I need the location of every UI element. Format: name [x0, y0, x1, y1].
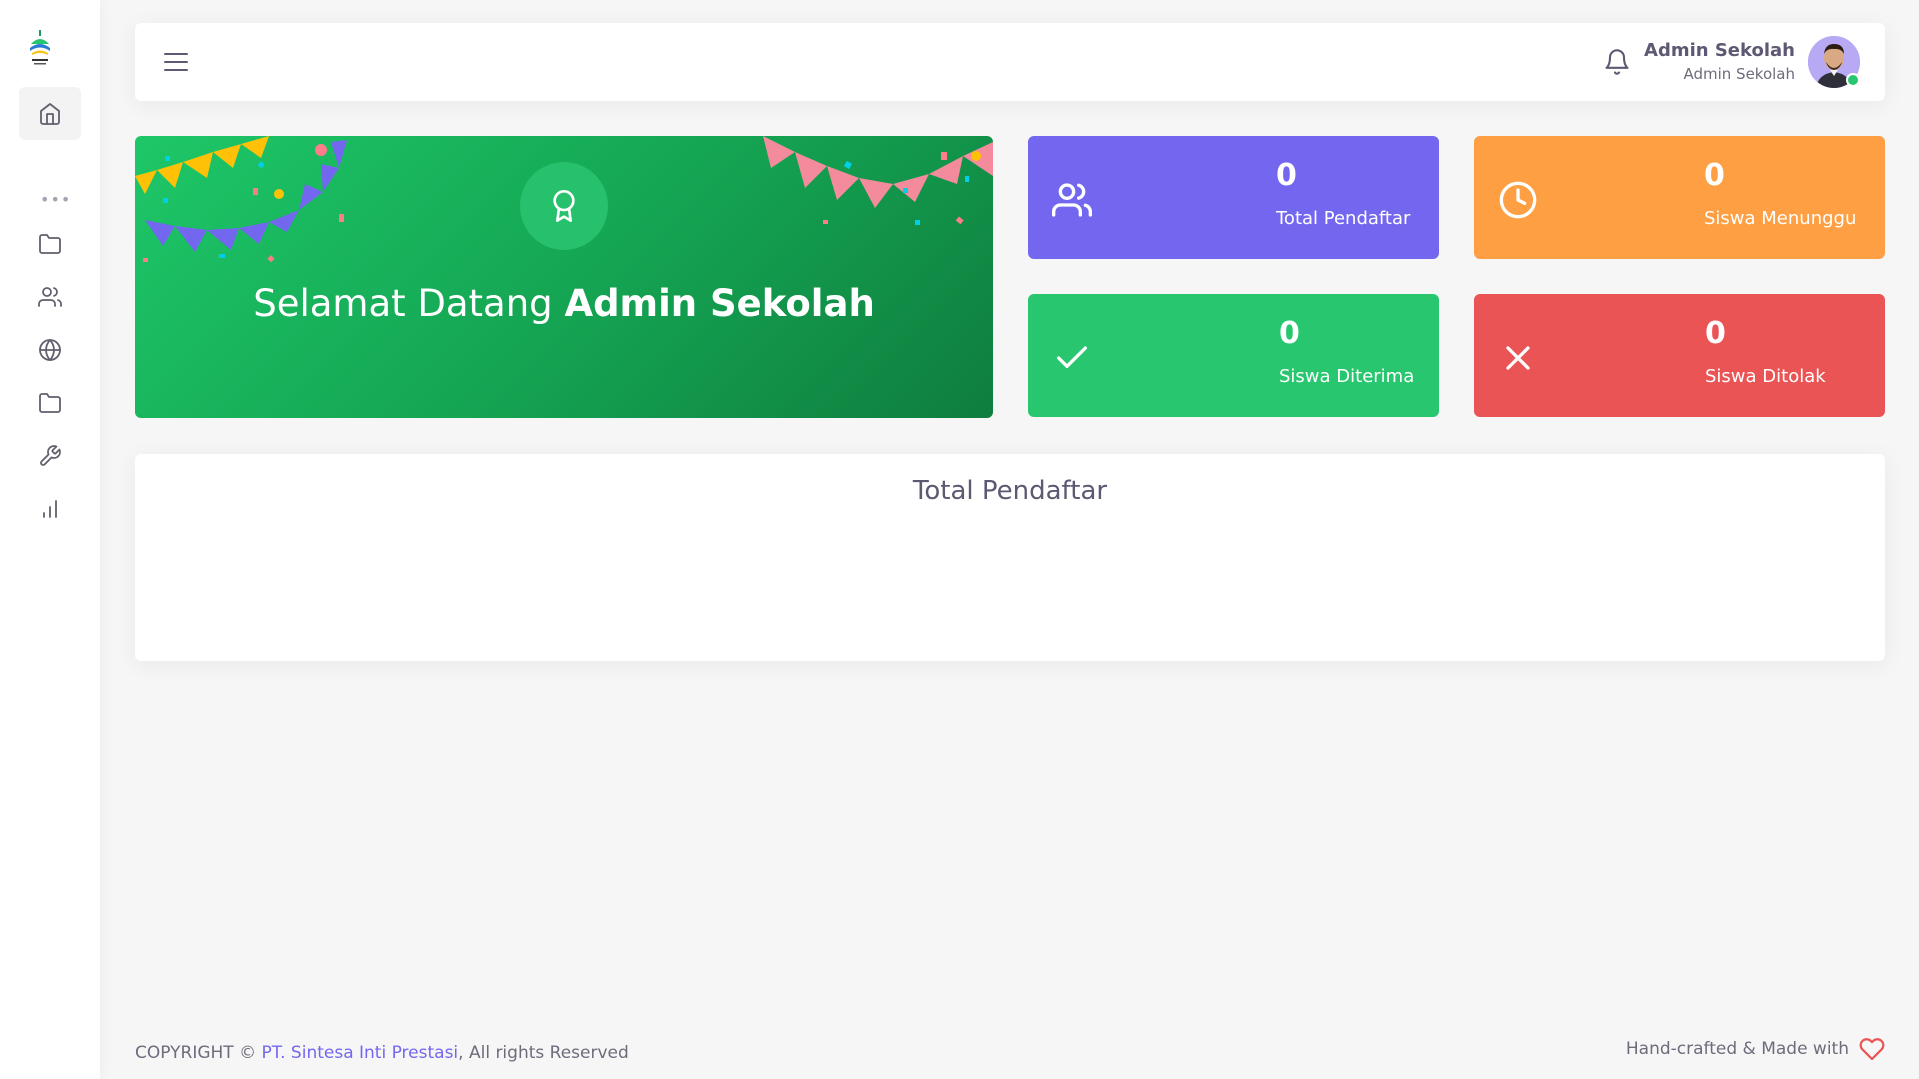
- stat-value: 0: [1276, 158, 1297, 193]
- stat-value: 0: [1704, 158, 1725, 193]
- chart-title: Total Pendaftar: [912, 476, 1108, 506]
- home-icon: [40, 102, 60, 125]
- copyright-prefix: COPYRIGHT ©: [135, 1043, 257, 1063]
- school-logo[interactable]: [26, 28, 54, 68]
- sidebar-item-globe[interactable]: [19, 323, 81, 376]
- stat-label: Total Pendaftar: [1276, 208, 1411, 229]
- confetti-decoration-right: [763, 136, 993, 225]
- bell-icon: [1605, 49, 1629, 75]
- award-icon: [553, 190, 575, 222]
- more-horizontal-icon: •••: [40, 190, 72, 209]
- top-navbar: Admin Sekolah Admin Sekolah: [135, 23, 1885, 101]
- users-icon: [38, 286, 62, 307]
- welcome-user-name: Admin Sekolah: [564, 282, 875, 325]
- sidebar-item-home[interactable]: [19, 87, 81, 140]
- stat-card-siswa-diterima[interactable]: 0 Siswa Diterima: [1028, 294, 1439, 417]
- made-with-text: Hand-crafted & Made with: [1625, 1039, 1849, 1059]
- award-badge: [520, 162, 608, 250]
- sidebar-item-tools[interactable]: [19, 429, 81, 482]
- stat-value: 0: [1705, 316, 1726, 351]
- folder-icon: [39, 233, 61, 254]
- check-icon: [1057, 346, 1087, 368]
- welcome-card: Selamat Datang Admin Sekolah: [135, 136, 993, 418]
- user-role: Admin Sekolah: [1683, 65, 1795, 83]
- clock-icon: [1499, 181, 1537, 219]
- chart-card: Total Pendaftar: [135, 454, 1885, 661]
- folder-icon: [39, 392, 61, 413]
- user-name[interactable]: Admin Sekolah: [1644, 40, 1795, 61]
- stat-label: Siswa Diterima: [1279, 366, 1415, 387]
- footer-copyright: COPYRIGHT © PT. Sintesa Inti Prestasi, A…: [135, 1043, 629, 1063]
- stat-card-siswa-menunggu[interactable]: 0 Siswa Menunggu: [1474, 136, 1885, 259]
- menu-icon: [164, 53, 188, 71]
- stat-card-siswa-ditolak[interactable]: 0 Siswa Ditolak: [1474, 294, 1885, 417]
- stat-label: Siswa Ditolak: [1705, 366, 1826, 387]
- bar-chart-icon: [43, 499, 57, 518]
- sidebar-item-folder[interactable]: [19, 217, 81, 270]
- tool-icon: [40, 444, 61, 466]
- stat-label: Siswa Menunggu: [1704, 208, 1857, 229]
- company-link[interactable]: PT. Sintesa Inti Prestasi: [262, 1043, 459, 1063]
- stat-value: 0: [1279, 316, 1300, 351]
- sidebar: •••: [0, 0, 100, 1079]
- notification-button[interactable]: [1603, 48, 1631, 76]
- stat-card-total-pendaftar[interactable]: 0 Total Pendaftar: [1028, 136, 1439, 259]
- sidebar-item-users[interactable]: [19, 270, 81, 323]
- heart-icon: [1859, 1038, 1885, 1061]
- users-icon: [1052, 183, 1092, 217]
- globe-icon: [39, 338, 61, 361]
- welcome-heading: Selamat Datang Admin Sekolah: [135, 282, 993, 325]
- online-status-dot: [1846, 73, 1860, 87]
- confetti-decoration-left: [135, 136, 347, 263]
- sidebar-item-folder-2[interactable]: [19, 376, 81, 429]
- x-icon: [1506, 346, 1530, 370]
- sidebar-item-reports[interactable]: [19, 482, 81, 535]
- footer-made-with: Hand-crafted & Made with: [1626, 1036, 1885, 1062]
- copyright-rights: , All rights Reserved: [458, 1043, 629, 1063]
- welcome-greeting: Selamat Datang: [253, 282, 553, 325]
- menu-toggle-button[interactable]: [163, 51, 189, 73]
